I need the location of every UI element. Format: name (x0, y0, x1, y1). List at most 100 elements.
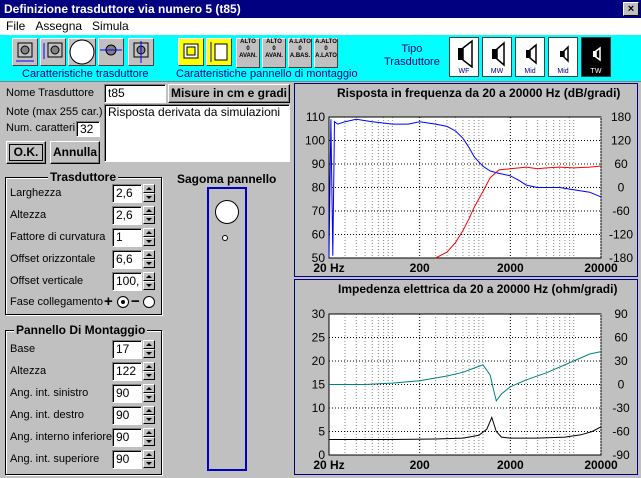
panel-angle-2-top: ALTO (266, 39, 282, 45)
close-button[interactable]: × (623, 2, 639, 16)
y-left-tick-label: 70 (312, 204, 326, 218)
spin-down-icon[interactable] (143, 393, 155, 402)
pannello-spinner-5[interactable] (143, 450, 155, 469)
type-mid-button[interactable]: Mid (515, 37, 545, 77)
transducer-offset-h-button[interactable] (98, 38, 124, 66)
y-right-tick-label: 0 (618, 181, 625, 195)
y-left-tick-label: 10 (312, 401, 326, 415)
spin-down-icon[interactable] (143, 415, 155, 424)
spin-up-icon[interactable] (143, 384, 155, 393)
spin-down-icon[interactable] (143, 193, 155, 202)
spin-down-icon[interactable] (143, 215, 155, 224)
pannello-label-2: Ang. int. sinistro (10, 387, 89, 399)
pannello-input-5[interactable]: 90 (112, 450, 142, 469)
panel-angle-button-4[interactable]: A.ALTO 0 A.LATO (314, 38, 338, 68)
type-mid2-button[interactable]: Mid (548, 37, 578, 77)
y-right-tick-label: 120 (611, 134, 631, 148)
menu-assegna[interactable]: Assegna (31, 18, 86, 35)
menu-file[interactable]: File (2, 18, 29, 35)
fase-plus-label: + (104, 293, 113, 310)
pannello-input-0[interactable]: 17 (112, 340, 142, 359)
spin-down-icon[interactable] (143, 437, 155, 446)
pannello-spinner-1[interactable] (143, 362, 155, 381)
x-tick-label: 20 Hz (313, 458, 344, 472)
spin-down-icon[interactable] (143, 459, 155, 468)
panel-base-button[interactable] (178, 38, 204, 66)
spin-down-icon[interactable] (143, 371, 155, 380)
spin-up-icon[interactable] (143, 184, 155, 193)
pannello-input-2[interactable]: 90 (112, 384, 142, 403)
tweeter-icon (593, 46, 601, 62)
trasduttore-spinner-4[interactable] (143, 272, 155, 291)
panel-angle-button-3[interactable]: A.LATO 0 A.BAS. (288, 38, 312, 68)
misure-button[interactable]: Misure in cm e gradi (168, 84, 290, 103)
spin-down-icon[interactable] (143, 349, 155, 358)
spin-up-icon[interactable] (143, 406, 155, 415)
pannello-input-1[interactable]: 122 (112, 362, 142, 381)
pannello-spinner-4[interactable] (143, 428, 155, 447)
transducer-offset-v-button[interactable] (128, 38, 154, 66)
transducer-size-button[interactable] (12, 38, 38, 66)
spin-up-icon[interactable] (143, 228, 155, 237)
spin-down-icon[interactable] (143, 237, 155, 246)
y-right-tick-label: 60 (614, 157, 628, 171)
transducer-curvature-button[interactable] (68, 38, 96, 66)
spin-up-icon[interactable] (143, 206, 155, 215)
y-right-tick-label: 30 (614, 354, 628, 368)
spin-down-icon[interactable] (143, 281, 155, 290)
pannello-spinner-0[interactable] (143, 340, 155, 359)
menu-simula[interactable]: Simula (88, 18, 133, 35)
spin-up-icon[interactable] (143, 362, 155, 371)
panel-angle-2-mid: 0 (272, 46, 276, 52)
spin-down-icon[interactable] (143, 259, 155, 268)
fase-minus-radio[interactable] (143, 296, 155, 308)
type-wf-button[interactable]: WF (449, 37, 479, 77)
nome-input[interactable]: t85 (104, 84, 166, 103)
panel-angle-button-1[interactable]: ALTO 0 AVAN. (236, 38, 260, 68)
spin-up-icon[interactable] (143, 450, 155, 459)
panel-square-icon (183, 43, 199, 59)
sagoma-title: Sagoma pannello (177, 172, 277, 186)
trasduttore-spinner-0[interactable] (143, 184, 155, 203)
window-title: Definizione trasduttore via numero 5 (t8… (4, 2, 241, 16)
annulla-button[interactable]: Annulla (50, 141, 100, 164)
fase-plus-radio[interactable] (117, 296, 129, 308)
transducer-height-button[interactable] (40, 38, 66, 66)
trasduttore-input-1[interactable]: 2,6 (112, 206, 142, 225)
fase-label: Fase collegamento (10, 296, 103, 308)
y-left-tick-label: 110 (306, 110, 325, 124)
caratteristiche-pannello-label: Caratteristiche pannello di montaggio (176, 68, 358, 80)
trasduttore-input-2[interactable]: 1 (112, 228, 142, 247)
panel-height-button[interactable] (206, 38, 232, 66)
type-tw-button[interactable]: TW (581, 37, 611, 77)
offset-vertical-icon (133, 41, 149, 63)
panel-angle-1-bot: AVAN. (239, 53, 257, 59)
pannello-label-0: Base (10, 343, 36, 355)
trasduttore-spinner-1[interactable] (143, 206, 155, 225)
ok-button[interactable]: O.K. (6, 141, 46, 164)
trasduttore-input-3[interactable]: 6,6 (112, 250, 142, 269)
pannello-input-4[interactable]: 90 (112, 428, 142, 447)
x-tick-label: 20000 (584, 261, 618, 275)
midrange-icon (526, 43, 537, 65)
trasduttore-input-4[interactable]: 100, (112, 272, 142, 291)
note-textarea[interactable]: Risposta derivata da simulazioni (104, 104, 290, 162)
pannello-spinner-2[interactable] (143, 384, 155, 403)
trasduttore-spinner-3[interactable] (143, 250, 155, 269)
spin-up-icon[interactable] (143, 272, 155, 281)
pannello-input-3[interactable]: 90 (112, 406, 142, 425)
pannello-spinner-3[interactable] (143, 406, 155, 425)
type-mw-button[interactable]: MW (482, 37, 512, 77)
trasduttore-label-1: Altezza (10, 209, 47, 221)
panel-angle-button-2[interactable]: ALTO 0 AVAN. (262, 38, 286, 68)
trasduttore-input-0[interactable]: 2,6 (112, 184, 142, 203)
type-mid-label: Mid (524, 68, 536, 75)
spin-up-icon[interactable] (143, 428, 155, 437)
x-tick-label: 2000 (497, 261, 524, 275)
y-right-tick-label: 180 (611, 110, 631, 124)
spin-up-icon[interactable] (143, 340, 155, 349)
panel-angle-1-mid: 0 (246, 46, 250, 52)
spin-up-icon[interactable] (143, 250, 155, 259)
trasduttore-spinner-2[interactable] (143, 228, 155, 247)
trasduttore-label-4: Offset verticale (10, 275, 84, 287)
